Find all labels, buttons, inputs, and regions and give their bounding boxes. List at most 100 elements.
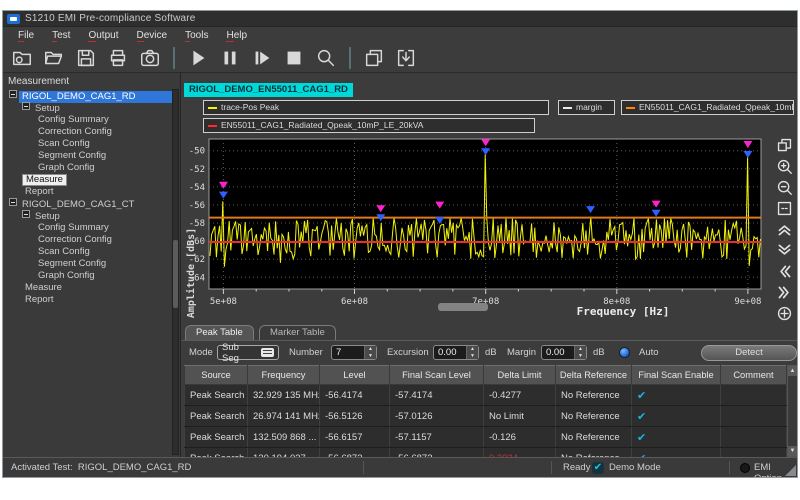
column-header-delta-limit[interactable]: Delta Limit [484,366,556,385]
tree-item-segment-config[interactable]: Segment Config [3,258,180,270]
tree-item-measure[interactable]: Measure [3,174,180,186]
fit-icon[interactable] [775,198,795,218]
tree-item-graph-config[interactable]: Graph Config [3,270,180,282]
mode-dropdown[interactable]: Sub Seg [217,345,279,360]
chart-tab[interactable]: RIGOL_DEMO_EN55011_CAG1_RD [184,83,353,97]
column-header-delta-reference[interactable]: Delta Reference [556,366,632,385]
stop-icon[interactable] [281,46,307,70]
spin-down-icon[interactable]: ▼ [365,353,376,360]
tree-item-scan-config[interactable]: Scan Config [3,138,180,150]
auto-indicator[interactable] [619,347,630,358]
tree-item-report[interactable]: Report [3,186,180,198]
excursion-spinner[interactable]: 0.00 ▲▼ [433,345,479,360]
column-header-source[interactable]: Source [185,366,248,385]
svg-text:5e+08: 5e+08 [210,297,237,307]
menu-device[interactable]: Device [128,29,177,42]
tree-item-config-summary[interactable]: Config Summary [3,114,180,126]
excursion-spin-buttons[interactable]: ▲▼ [466,346,478,359]
tree-item-config-summary[interactable]: Config Summary [3,222,180,234]
legend-trace-pos-peak[interactable]: trace-Pos Peak [203,100,549,115]
tree-item-setup[interactable]: Setup [3,210,180,222]
margin-spin-buttons[interactable]: ▲▼ [574,346,586,359]
column-header-final-scan-level[interactable]: Final Scan Level [390,366,484,385]
legend-limit-gt[interactable]: EN55011_CAG1_Radiated_Qpeak_10mP_GT_20kV… [621,100,794,115]
save-icon[interactable] [73,46,99,70]
menu-help[interactable]: Help [217,29,256,42]
column-header-final-scan-enable[interactable]: Final Scan Enable [632,366,721,385]
chevrons-down-icon[interactable] [775,240,795,260]
column-header-frequency[interactable]: Frequency [248,366,320,385]
tree-item-segment-config[interactable]: Segment Config [3,150,180,162]
run-icon[interactable] [185,46,211,70]
table-row[interactable]: Peak Search132.509 868 ...-56.6157-57.11… [185,427,787,448]
cell-frequency: 26.974 141 MHz [248,406,320,427]
spin-down-icon[interactable]: ▼ [575,353,586,360]
tab-marker-table[interactable]: Marker Table [259,325,336,340]
tree-scrollbar-thumb[interactable] [173,240,178,308]
tree-item-setup[interactable]: Setup [3,102,180,114]
zoom-in-icon[interactable] [775,156,795,176]
copy-icon[interactable] [775,135,795,155]
svg-text:Frequency [Hz]: Frequency [Hz] [577,305,670,318]
chevrons-up-icon[interactable] [775,219,795,239]
center-marker-icon[interactable] [775,303,795,323]
collapse-icon[interactable] [9,90,17,98]
number-spin-buttons[interactable]: ▲▼ [364,346,376,359]
print-icon[interactable] [105,46,131,70]
tab-peak-table[interactable]: Peak Table [185,325,254,340]
spectrum-chart[interactable]: Amplitude [dBs] 5e+086e+087e+088e+089e+0… [181,129,773,341]
tree-item-graph-config[interactable]: Graph Config [3,162,180,174]
single-step-icon[interactable] [249,46,275,70]
enable-check-icon[interactable]: ✔ [637,390,646,402]
table-row[interactable]: Peak Search32.929 135 MHz-56.4174-57.417… [185,385,787,406]
screenshot-icon[interactable] [137,46,163,70]
tree-item-rigol-demo-cag1-ct[interactable]: RIGOL_DEMO_CAG1_CT [3,198,180,210]
number-spinner[interactable]: 7 ▲▼ [331,345,377,360]
legend-margin[interactable]: margin [558,100,615,115]
chevrons-left-icon[interactable] [775,261,795,281]
tree-item-correction-config[interactable]: Correction Config [3,126,180,138]
spin-down-icon[interactable]: ▼ [467,353,478,360]
margin-spinner[interactable]: 0.00 ▲▼ [541,345,587,360]
menu-file[interactable]: File [9,29,43,42]
collapse-icon[interactable] [22,102,30,110]
menu-tools[interactable]: Tools [176,29,217,42]
tree-item-measure[interactable]: Measure [3,282,180,294]
tree-item-correction-config[interactable]: Correction Config [3,234,180,246]
column-header-level[interactable]: Level [320,366,390,385]
menu-output[interactable]: Output [79,29,127,42]
enable-check-icon[interactable]: ✔ [637,432,646,444]
zoom-search-icon[interactable] [313,46,339,70]
scroll-up-icon[interactable]: ▲ [788,366,797,376]
demo-mode-check-icon[interactable]: ✔ [592,462,604,474]
chevrons-right-icon[interactable] [775,282,795,302]
zoom-out-icon[interactable] [775,177,795,197]
tree-item-report[interactable]: Report [3,294,180,306]
table-row[interactable]: Peak Search26.974 141 MHz-56.5126-57.012… [185,406,787,427]
menu-bar: FileTestOutputDeviceToolsHelp [3,27,797,43]
collapse-icon[interactable] [22,210,30,218]
detect-button[interactable]: Detect [701,345,797,361]
cell-final_scan_level: -57.4174 [390,385,484,406]
pause-icon[interactable] [217,46,243,70]
tree-scrollbar[interactable] [172,89,179,455]
window-icon[interactable] [361,46,387,70]
menu-test[interactable]: Test [43,29,79,42]
scroll-down-icon[interactable]: ▼ [788,446,797,456]
resize-grip[interactable] [785,465,796,476]
margin-unit: dB [593,347,605,358]
tree-item-scan-config[interactable]: Scan Config [3,246,180,258]
enable-check-icon[interactable]: ✔ [637,411,646,423]
cell-final_scan_enable[interactable]: ✔ [632,406,721,427]
cell-final_scan_enable[interactable]: ✔ [632,385,721,406]
import-icon[interactable] [393,46,419,70]
collapse-icon[interactable] [9,198,17,206]
emi-option-led-icon [740,463,750,473]
chart-canvas[interactable]: 5e+086e+087e+088e+089e+08-50-52-54-56-58… [183,133,775,321]
cell-final_scan_enable[interactable]: ✔ [632,427,721,448]
table-scrollbar[interactable]: ▲ ▼ [787,365,798,457]
column-header-comment[interactable]: Comment [721,366,787,385]
tree-item-rigol-demo-cag1-rd[interactable]: RIGOL_DEMO_CAG1_RD [3,90,180,102]
new-measurement-icon[interactable] [9,46,35,70]
open-icon[interactable] [41,46,67,70]
